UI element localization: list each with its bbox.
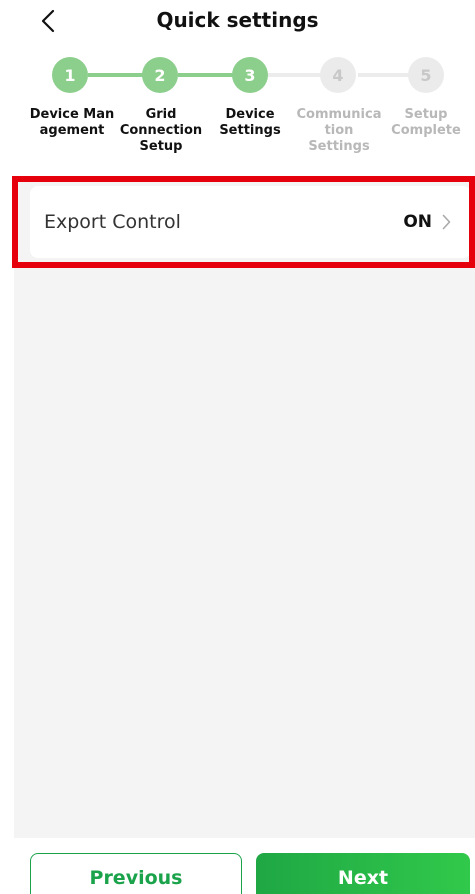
step-label-4: Communica tion Settings (296, 107, 382, 154)
step-circle-3: 3 (232, 57, 268, 93)
step-connector-4-5 (358, 73, 412, 77)
next-button[interactable]: Next (256, 853, 470, 894)
page-title: Quick settings (156, 8, 319, 32)
step-label-1: Device Man agement (29, 107, 115, 138)
step-circle-4: 4 (320, 57, 356, 93)
step-circle-1: 1 (52, 57, 88, 93)
progress-stepper: 1 2 3 4 5 Device Man agement Grid Connec… (0, 52, 475, 162)
settings-panel (14, 178, 475, 838)
step-circle-5: 5 (408, 57, 444, 93)
footer: Previous Next (0, 838, 475, 894)
step-label-5: Setup Complete (391, 107, 461, 138)
highlight-box (12, 176, 475, 268)
header: Quick settings (0, 0, 475, 44)
previous-button[interactable]: Previous (30, 853, 242, 894)
step-circle-2: 2 (142, 57, 178, 93)
step-label-3: Device Settings (219, 107, 281, 138)
step-label-2: Grid Connection Setup (119, 107, 203, 154)
